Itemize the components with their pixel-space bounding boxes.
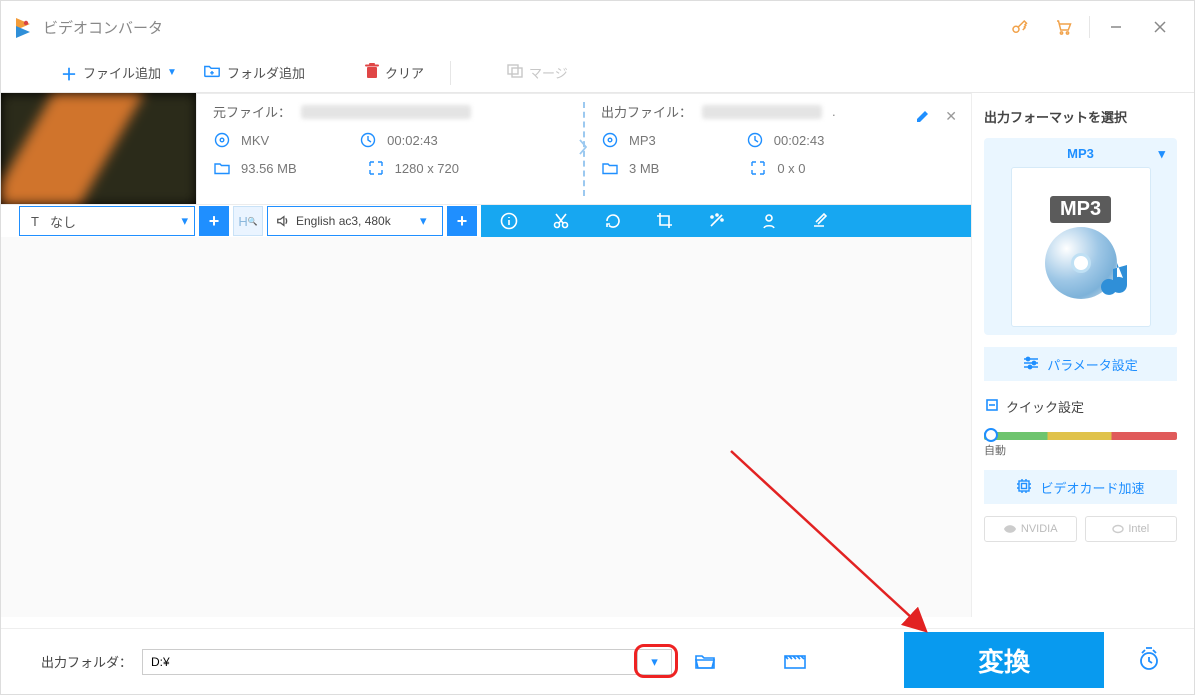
subtitle-search-button[interactable]: H🔍 (233, 206, 263, 236)
output-folder-label: 出力フォルダ： (41, 652, 132, 671)
nvidia-badge: NVIDIA (984, 516, 1077, 542)
source-format: MKV (241, 133, 269, 148)
cart-icon[interactable] (1041, 7, 1085, 47)
add-folder-button[interactable]: フォルダ追加 (193, 59, 315, 86)
app-logo-icon (13, 16, 35, 38)
source-resolution: 1280 x 720 (395, 161, 459, 176)
intel-badge: Intel (1085, 516, 1178, 542)
convert-button[interactable]: 変換 (904, 632, 1104, 688)
trash-icon (365, 63, 379, 82)
add-file-label: ファイル追加 (83, 63, 161, 82)
speaker-icon (274, 212, 292, 230)
gpu-accel-button[interactable]: ビデオカード加速 (984, 470, 1177, 504)
format-preview-icon: MP3 (1011, 167, 1151, 327)
clear-label: クリア (385, 63, 424, 82)
chip-icon (1016, 478, 1032, 497)
folder-plus-icon (203, 63, 221, 82)
sidebar: 出力フォーマットを選択 MP3 ▾ MP3 パラメータ設定 (971, 93, 1189, 617)
output-resolution: 0 x 0 (777, 161, 805, 176)
plus-icon: ＋ (61, 61, 77, 85)
output-path-input[interactable] (143, 655, 637, 669)
subtitle-value: なし (50, 212, 76, 231)
remove-icon[interactable]: ✕ (945, 108, 957, 125)
output-info: 出力ファイル： . MP3 00:02:43 3 MB 0 x 0 (585, 102, 971, 196)
convert-label: 変換 (978, 642, 1030, 679)
chevron-down-icon[interactable]: ▾ (1158, 146, 1165, 162)
output-path-dropdown[interactable]: ▾ (637, 650, 671, 674)
cut-icon[interactable] (551, 211, 571, 231)
source-filename (301, 105, 471, 119)
merge-button: マージ (497, 59, 578, 86)
info-icon[interactable] (499, 211, 519, 231)
parameter-settings-button[interactable]: パラメータ設定 (984, 347, 1177, 381)
chevron-down-icon: ▾ (420, 213, 427, 229)
param-settings-label: パラメータ設定 (1047, 355, 1138, 374)
source-size: 93.56 MB (241, 161, 297, 176)
add-audio-button[interactable]: + (447, 206, 477, 236)
edit-icon[interactable] (915, 108, 931, 127)
slider-auto-label: 自動 (984, 442, 1177, 458)
folder-icon (601, 159, 619, 177)
annotation-highlight (634, 644, 678, 678)
titlebar: ビデオコンバータ (1, 1, 1194, 53)
close-button[interactable] (1138, 7, 1182, 47)
add-file-button[interactable]: ＋ ファイル追加 ▼ (51, 57, 187, 89)
clear-button[interactable]: クリア (355, 59, 434, 86)
add-subtitle-button[interactable]: + (199, 206, 229, 236)
add-folder-label: フォルダ追加 (227, 63, 305, 82)
output-size: 3 MB (629, 161, 659, 176)
quick-settings-label: クイック設定 (1006, 397, 1084, 416)
source-file-label: 元ファイル： (213, 102, 291, 121)
quality-slider[interactable]: 自動 (984, 432, 1177, 458)
film-icon[interactable] (780, 647, 810, 677)
text-icon: T (26, 212, 44, 230)
track-toolbar: T なし ▾ + H🔍 ▾ + (1, 205, 971, 237)
output-path-field[interactable]: ▾ (142, 649, 672, 675)
disc-icon (213, 131, 231, 149)
quick-settings-toggle[interactable]: クイック設定 (984, 393, 1177, 420)
source-duration: 00:02:43 (387, 133, 438, 148)
sidebar-title: 出力フォーマットを選択 (984, 107, 1177, 126)
audio-select[interactable]: ▾ (267, 206, 443, 236)
merge-icon (507, 64, 523, 81)
crop-icon[interactable] (655, 211, 675, 231)
clock-icon (746, 131, 764, 149)
minimize-button[interactable] (1094, 7, 1138, 47)
main-content: 元ファイル： MKV 00:02:43 93.56 MB 1280 x 720 (1, 93, 1194, 617)
dimensions-icon (367, 159, 385, 177)
toolbar: ＋ ファイル追加 ▼ フォルダ追加 クリア マージ (1, 53, 1194, 93)
mp3-badge: MP3 (1050, 196, 1111, 223)
output-file-label: 出力ファイル： (601, 102, 692, 121)
output-duration: 00:02:43 (774, 133, 825, 148)
subtitle-select[interactable]: T なし ▾ (19, 206, 195, 236)
folder-icon (213, 159, 231, 177)
disc-icon (601, 131, 619, 149)
audio-value (296, 214, 416, 228)
key-icon[interactable] (997, 7, 1041, 47)
bottom-bar: 出力フォルダ： ▾ 変換 (1, 628, 1194, 694)
schedule-icon[interactable] (1132, 642, 1166, 676)
file-list-empty (1, 237, 971, 617)
effects-icon[interactable] (707, 211, 727, 231)
output-filename (702, 105, 822, 119)
chevron-down-icon: ▾ (181, 213, 188, 229)
output-format-card[interactable]: MP3 ▾ MP3 (984, 138, 1177, 335)
dimensions-icon (749, 159, 767, 177)
chevron-down-icon[interactable]: ▼ (167, 67, 177, 78)
source-info: 元ファイル： MKV 00:02:43 93.56 MB 1280 x 720 (197, 102, 585, 196)
subtitle-edit-icon[interactable] (811, 211, 831, 231)
video-thumbnail[interactable] (1, 93, 197, 205)
open-folder-button[interactable] (690, 647, 720, 677)
format-name: MP3 (1067, 146, 1094, 161)
sliders-icon (1023, 356, 1039, 373)
rotate-icon[interactable] (603, 211, 623, 231)
gpu-accel-label: ビデオカード加速 (1040, 478, 1144, 497)
file-row[interactable]: 元ファイル： MKV 00:02:43 93.56 MB 1280 x 720 (1, 93, 971, 205)
app-title: ビデオコンバータ (43, 17, 163, 38)
minus-square-icon (986, 399, 998, 414)
watermark-icon[interactable] (759, 211, 779, 231)
output-format: MP3 (629, 133, 656, 148)
merge-label: マージ (529, 63, 568, 82)
clock-icon (359, 131, 377, 149)
